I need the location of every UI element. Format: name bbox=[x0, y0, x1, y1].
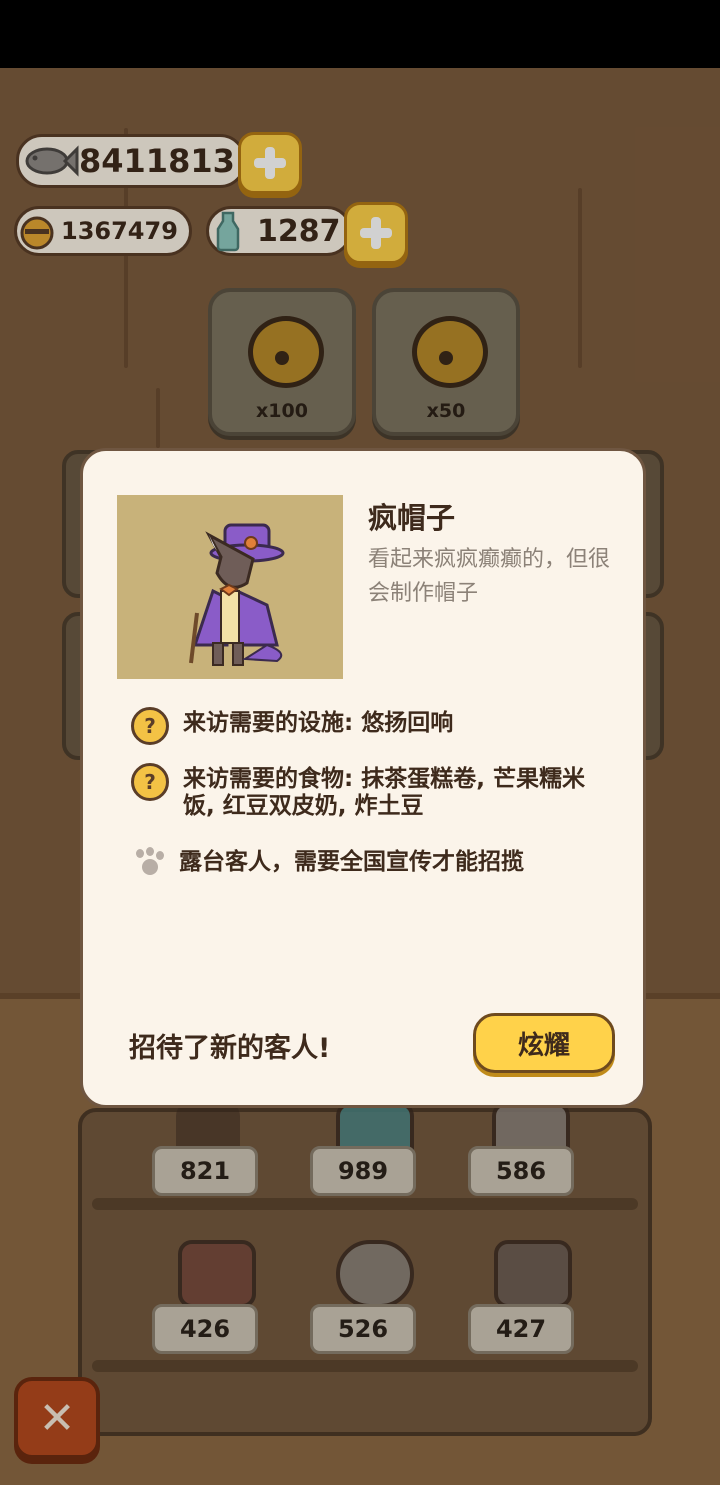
item-count: 526 bbox=[310, 1304, 416, 1354]
guest-description: 看起来疯疯癫癫的，但很会制作帽子 bbox=[368, 547, 611, 606]
bell-pack-100[interactable]: x100 bbox=[208, 288, 356, 436]
new-guest-dialog: 疯帽子 看起来疯疯癫癫的，但很会制作帽子 ? 来访需要的设施: 悠扬回响 ? 来… bbox=[80, 448, 646, 1108]
item-chair bbox=[178, 1240, 256, 1308]
shelf-plank bbox=[92, 1360, 638, 1372]
bell-pack-qty: x50 bbox=[426, 400, 466, 422]
item-count: 586 bbox=[468, 1146, 574, 1196]
item-shelf: 821 989 586 426 526 427 bbox=[78, 1102, 652, 1436]
food-requirement-text: 来访需要的食物: 抹茶蛋糕卷, 芒果糯米饭, 红豆双皮奶, 炸土豆 bbox=[183, 766, 585, 819]
add-bottle-button[interactable] bbox=[344, 202, 408, 264]
facility-requirement: ? 来访需要的设施: 悠扬回响 bbox=[131, 707, 603, 745]
item-cutlery bbox=[494, 1240, 572, 1308]
add-fish-button[interactable] bbox=[238, 132, 302, 194]
show-off-button[interactable]: 炫耀 bbox=[473, 1013, 615, 1073]
fish-counter: 8411813 bbox=[16, 134, 246, 188]
fish-amount: 8411813 bbox=[79, 142, 235, 180]
terrace-note: 露台客人，需要全国宣传才能招揽 bbox=[131, 847, 599, 879]
item-count: 427 bbox=[468, 1304, 574, 1354]
shelf-plank bbox=[92, 1198, 638, 1210]
bottle-icon bbox=[216, 211, 240, 252]
bottle-counter: 1287 bbox=[206, 206, 352, 256]
item-count: 821 bbox=[152, 1146, 258, 1196]
wall-crack bbox=[156, 388, 160, 448]
facility-requirement-text: 来访需要的设施: 悠扬回响 bbox=[183, 710, 454, 736]
mad-hatter-illustration bbox=[189, 523, 285, 666]
new-guest-message: 招待了新的客人! bbox=[129, 1033, 331, 1064]
item-count: 426 bbox=[152, 1304, 258, 1354]
terrace-note-text: 露台客人，需要全国宣传才能招揽 bbox=[179, 849, 524, 875]
close-icon: ✕ bbox=[38, 1392, 76, 1444]
bell-pack-qty: x100 bbox=[256, 400, 308, 422]
close-button[interactable]: ✕ bbox=[14, 1377, 100, 1459]
guest-name: 疯帽子 bbox=[368, 501, 456, 535]
guest-portrait bbox=[117, 495, 343, 679]
question-icon[interactable]: ? bbox=[131, 763, 169, 801]
question-icon[interactable]: ? bbox=[131, 707, 169, 745]
bell-amount: 1367479 bbox=[61, 217, 178, 245]
game-scene: 8411813 1367479 1287 x100 x50 821 989 58… bbox=[0, 68, 720, 1485]
paw-icon bbox=[131, 847, 169, 879]
bell-counter: 1367479 bbox=[14, 206, 192, 256]
bell-icon bbox=[412, 316, 488, 388]
bell-pack-50[interactable]: x50 bbox=[372, 288, 520, 436]
food-requirement: ? 来访需要的食物: 抹茶蛋糕卷, 芒果糯米饭, 红豆双皮奶, 炸土豆 bbox=[131, 763, 603, 820]
status-bar bbox=[0, 0, 720, 68]
item-pot bbox=[336, 1240, 414, 1308]
item-count: 989 bbox=[310, 1146, 416, 1196]
wall-crack bbox=[578, 188, 582, 368]
bell-icon bbox=[20, 216, 54, 250]
fish-icon bbox=[25, 145, 79, 177]
bottle-amount: 1287 bbox=[257, 213, 341, 249]
bell-icon bbox=[248, 316, 324, 388]
